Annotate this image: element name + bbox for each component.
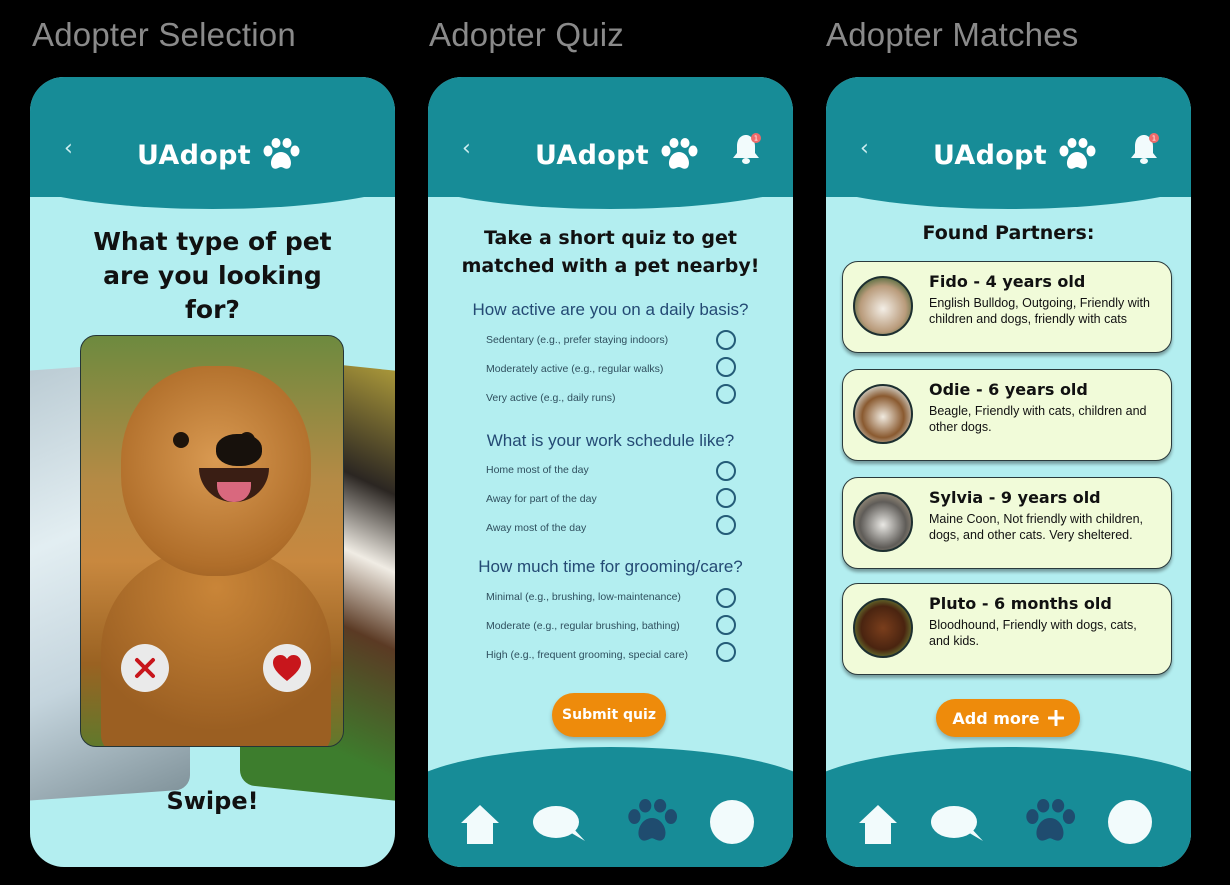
match-name: Odie - 6 years old	[929, 380, 1088, 399]
quiz-option-label: Away for part of the day	[486, 493, 597, 505]
quiz-option-label: Moderate (e.g., regular brushing, bathin…	[486, 620, 680, 632]
heart-like-icon	[273, 655, 301, 681]
back-chevron-icon[interactable]: ‹	[64, 137, 78, 161]
quiz-radio[interactable]	[716, 642, 736, 662]
pet-avatar	[853, 492, 913, 552]
frame-title-matches: Adopter Matches	[826, 16, 1079, 53]
quiz-option-label: Sedentary (e.g., prefer staying indoors)	[486, 334, 669, 346]
notification-badge: 1	[1152, 135, 1156, 143]
app-name: UAdopt	[137, 139, 251, 171]
notification-badge: 1	[754, 135, 758, 143]
quiz-question-activity: How active are you on a daily basis?	[472, 300, 749, 319]
bottom-nav	[826, 772, 1191, 867]
paw-logo-icon	[1059, 138, 1096, 169]
home-icon[interactable]	[460, 803, 500, 845]
match-card-sylvia[interactable]: Sylvia - 9 years old Maine Coon, Not fri…	[842, 477, 1172, 569]
app-brand: UAdopt	[137, 135, 301, 175]
quiz-option-label: Moderately active (e.g., regular walks)	[486, 363, 664, 375]
match-description: Maine Coon, Not friendly with children, …	[929, 512, 1143, 542]
paw-icon[interactable]	[1022, 799, 1078, 845]
frame-title-selection: Adopter Selection	[32, 16, 296, 53]
quiz-radio[interactable]	[716, 357, 736, 377]
reject-button[interactable]	[121, 644, 169, 692]
chat-bubble-icon[interactable]	[532, 805, 586, 845]
quiz-option-label: Minimal (e.g., brushing, low-maintenance…	[486, 591, 681, 603]
match-card-odie[interactable]: Odie - 6 years old Beagle, Friendly with…	[842, 369, 1172, 461]
phone-selection: ‹ UAdopt What type of pet are you lookin…	[30, 77, 395, 867]
bottom-nav	[428, 772, 793, 867]
pet-avatar	[853, 384, 913, 444]
add-more-label: Add more	[952, 708, 1040, 728]
pet-card-current[interactable]	[80, 335, 344, 747]
swipe-label: Swipe!	[166, 787, 259, 815]
match-name: Sylvia - 9 years old	[929, 488, 1101, 507]
quiz-question-schedule: What is your work schedule like?	[486, 431, 735, 450]
plus-icon	[1047, 710, 1064, 726]
app-name: UAdopt	[535, 139, 649, 171]
matches-title: Found Partners:	[922, 222, 1095, 244]
quiz-radio[interactable]	[716, 515, 736, 535]
pet-avatar	[853, 276, 913, 336]
match-description: English Bulldog, Outgoing, Friendly with…	[929, 296, 1150, 326]
back-chevron-icon[interactable]: ‹	[860, 137, 874, 161]
match-description: Beagle, Friendly with cats, children and…	[929, 404, 1147, 434]
quiz-question-grooming: How much time for grooming/care?	[478, 557, 743, 576]
back-chevron-icon[interactable]: ‹	[462, 137, 476, 161]
add-more-button[interactable]: Add more	[936, 699, 1080, 737]
quiz-radio[interactable]	[716, 588, 736, 608]
match-name: Pluto - 6 months old	[929, 594, 1112, 613]
quiz-radio[interactable]	[716, 615, 736, 635]
submit-quiz-button[interactable]: Submit quiz	[552, 693, 666, 737]
phone-quiz: ‹ UAdopt 1 Take a short quiz to get matc…	[428, 77, 793, 867]
app-brand: UAdopt	[535, 135, 699, 175]
chat-bubble-icon[interactable]	[930, 805, 984, 845]
profile-icon[interactable]	[709, 799, 755, 845]
match-description: Bloodhound, Friendly with dogs, cats, an…	[929, 618, 1137, 648]
app-brand: UAdopt	[933, 135, 1097, 175]
quiz-radio[interactable]	[716, 488, 736, 508]
reject-x-icon	[135, 658, 155, 678]
phone-matches: ‹ UAdopt 1 Found Partners: Fido - 4 year…	[826, 77, 1191, 867]
match-card-pluto[interactable]: Pluto - 6 months old Bloodhound, Friendl…	[842, 583, 1172, 675]
quiz-radio[interactable]	[716, 384, 736, 404]
quiz-option-label: Home most of the day	[486, 464, 589, 476]
app-name: UAdopt	[933, 139, 1047, 171]
like-button[interactable]	[263, 644, 311, 692]
profile-icon[interactable]	[1107, 799, 1153, 845]
quiz-option-label: Away most of the day	[486, 522, 587, 534]
quiz-radio[interactable]	[716, 461, 736, 481]
notification-bell-icon[interactable]: 1	[731, 132, 763, 166]
paw-logo-icon	[661, 138, 698, 169]
pet-avatar	[853, 598, 913, 658]
home-icon[interactable]	[858, 803, 898, 845]
frame-title-quiz: Adopter Quiz	[429, 16, 625, 53]
paw-icon[interactable]	[624, 799, 680, 845]
paw-logo-icon	[263, 138, 300, 169]
quiz-radio[interactable]	[716, 330, 736, 350]
notification-bell-icon[interactable]: 1	[1129, 132, 1161, 166]
quiz-title: Take a short quiz to get matched with a …	[461, 227, 760, 277]
quiz-option-label: High (e.g., frequent grooming, special c…	[486, 649, 688, 661]
quiz-option-label: Very active (e.g., daily runs)	[486, 392, 616, 404]
match-name: Fido - 4 years old	[929, 272, 1086, 291]
match-card-fido[interactable]: Fido - 4 years old English Bulldog, Outg…	[842, 261, 1172, 353]
pet-type-question: What type of pet are you looking for?	[93, 227, 332, 324]
